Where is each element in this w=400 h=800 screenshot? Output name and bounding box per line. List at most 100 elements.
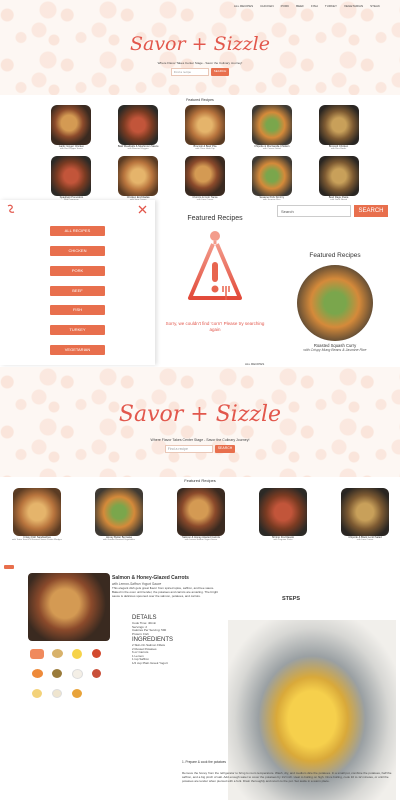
- empty-state-message: Sorry, we couldn't find 'corn'! Please t…: [165, 321, 265, 332]
- butter-icon: [32, 689, 42, 698]
- recipe-subtitle: with Chive Herb Dip: [195, 148, 215, 150]
- step-caption: 1. Prepare & cook the potatoes: [182, 760, 226, 764]
- recipe-card[interactable]: Chipotle & Mozzarella Chicken with Caesar…: [240, 105, 303, 150]
- search-results-section: ALL RECIPES CHICKEN PORK BEEF FISH TURKE…: [0, 200, 400, 365]
- recipe-image[interactable]: [95, 488, 143, 536]
- sidebar-item-turkey[interactable]: TURKEY: [50, 325, 105, 335]
- right-featured-title: Featured Recipes: [309, 252, 361, 259]
- warning-utensils-icon: [188, 231, 242, 300]
- site-logo[interactable]: Savor + Sizzle: [0, 33, 400, 55]
- results-search-button[interactable]: SEARCH: [354, 205, 388, 217]
- nav-item-turkey[interactable]: TURKEY: [325, 4, 337, 8]
- recipe-image[interactable]: [177, 488, 225, 536]
- sidebar-item-pork[interactable]: PORK: [50, 266, 105, 276]
- step-text: Remove the honey from the refrigerator t…: [182, 771, 392, 783]
- recipe-image[interactable]: [251, 105, 292, 145]
- top-nav: ALL RECIPES CHICKEN PORK BEEF FISH TURKE…: [0, 0, 400, 12]
- recipe-image[interactable]: [184, 156, 225, 196]
- hero-top: ALL RECIPES CHICKEN PORK BEEF FISH TURKE…: [0, 0, 400, 95]
- recipe-description: This elegant dish gets great flavor from…: [112, 586, 219, 598]
- recipe-card[interactable]: Spaghetti Pomodorowith Parmesan: [40, 156, 103, 201]
- back-pill[interactable]: [4, 565, 14, 569]
- close-icon[interactable]: [138, 205, 147, 214]
- recipe-card[interactable]: Chorizo & Corn Tacoswith Lime Crema: [174, 156, 237, 201]
- nav-item-pork[interactable]: PORK: [281, 4, 290, 8]
- carrot-icon: [32, 669, 43, 678]
- recipe-image[interactable]: [51, 105, 92, 145]
- nav-item-all-recipes[interactable]: ALL RECIPES: [234, 4, 253, 8]
- sidebar-item-beef[interactable]: BEEF: [50, 286, 105, 296]
- recipe-card[interactable]: Sesame Pork Stir-Frywith Jasmine Rice: [240, 156, 303, 201]
- hero-search-2: Find a recipe SEARCH: [0, 445, 400, 453]
- featured-grid-1: Garlic Ginger Chicken with Red Pepper Sau…: [40, 105, 370, 201]
- hero-second: ALL RECIPES Savor + Sizzle Where Flavor …: [0, 362, 400, 477]
- recipe-subtitle: with Tartar Sauce & Roasted Sweet Potato…: [12, 539, 62, 541]
- hero-search: Find a recipe SEARCH: [0, 68, 400, 76]
- recipe-subtitle: with Roasted Veggies: [127, 148, 149, 150]
- site-logo-2[interactable]: Savor + Sizzle: [0, 402, 400, 427]
- recipe-image[interactable]: [341, 488, 389, 536]
- recipe-card[interactable]: Salmon & Honey-Glazed Carrots with Lemon-…: [169, 488, 233, 541]
- nav-item-vegetarian[interactable]: VEGETARIAN: [344, 4, 363, 8]
- recipe-image[interactable]: [259, 488, 307, 536]
- recipe-image[interactable]: [318, 105, 359, 145]
- results-search-input[interactable]: Search: [277, 205, 351, 217]
- sidebar-item-fish[interactable]: FISH: [50, 305, 105, 315]
- category-sidebar: ALL RECIPES CHICKEN PORK BEEF FISH TURKE…: [0, 200, 155, 365]
- recipe-image[interactable]: [13, 488, 61, 536]
- nav-item-chicken[interactable]: CHICKEN: [260, 4, 274, 8]
- recipe-image[interactable]: [184, 105, 225, 145]
- recipe-subtitle: with Rice Bowls: [330, 148, 347, 150]
- search-input-2[interactable]: Find a recipe: [164, 445, 213, 453]
- honey-icon: [72, 689, 82, 698]
- recipe-card[interactable]: Honey Butter Bernaise with Garden Roasted…: [87, 488, 151, 541]
- right-featured-image[interactable]: [297, 265, 373, 341]
- search-button[interactable]: SEARCH: [210, 68, 230, 76]
- empty-state: Featured Recipes Sorry, we couldn't find…: [165, 215, 265, 332]
- recipe-card[interactable]: Crispy Fish Sandwiches with Tartar Sauce …: [5, 488, 69, 541]
- search-button-2[interactable]: SEARCH: [214, 445, 236, 453]
- details-list: Cook Time: 40min Servings: 2 Calories Pe…: [132, 621, 166, 636]
- recipe-image[interactable]: [51, 156, 92, 196]
- recipe-image[interactable]: [251, 156, 292, 196]
- logo-mark-icon[interactable]: [6, 204, 16, 214]
- ingredients-illustration: [28, 647, 124, 705]
- recipe-card[interactable]: Chicken Enchiladaswith Sour Cream: [107, 156, 170, 201]
- nav-item-beef[interactable]: BEEF: [296, 4, 304, 8]
- recipe-card[interactable]: Chipotle & Black Lentil Salad with Lime C…: [333, 488, 397, 541]
- right-featured-card-sub: with Crispy Mung Beans & Jasmine Rice: [303, 348, 367, 352]
- nav-item-fish[interactable]: FISH: [311, 4, 318, 8]
- center-featured-title: Featured Recipes: [187, 215, 243, 222]
- recipe-card[interactable]: Broccoli Chicken with Rice Bowls: [307, 105, 370, 150]
- second-nav-label[interactable]: ALL RECIPES: [245, 362, 264, 366]
- potato-icon: [52, 649, 63, 658]
- recipe-card[interactable]: Shrimp Fra Diavolo with Linguine Pasta: [251, 488, 315, 541]
- recipe-subtitle: with Garden Roasted Vegetables: [103, 539, 135, 541]
- recipe-subtitle: with Lime Crema: [356, 539, 374, 541]
- recipe-image[interactable]: [118, 156, 159, 196]
- recipe-image[interactable]: [318, 156, 359, 196]
- recipe-image[interactable]: [118, 105, 159, 145]
- recipe-subtitle: with Linguine Pasta: [273, 539, 293, 541]
- sidebar-item-chicken[interactable]: CHICKEN: [50, 246, 105, 256]
- recipe-card[interactable]: Broccoli & Beef Pita with Chive Herb Dip: [174, 105, 237, 150]
- recipe-card[interactable]: Beef Ragu Pastawith Garlic Bread: [307, 156, 370, 201]
- recipe-card[interactable]: Beef Meatballs & Mushroom Sauce with Roas…: [107, 105, 170, 150]
- site-tagline-2: Where Flavor Takes Center Stage - Savor …: [150, 438, 250, 442]
- saffron-icon: [92, 669, 101, 678]
- ingredient-line: 1/2 cup Plain Greek Yogurt: [132, 660, 168, 665]
- recipe-subtitle: with Red Pepper Sauce: [59, 148, 83, 150]
- sidebar-item-all-recipes[interactable]: ALL RECIPES: [50, 226, 105, 236]
- ingredients-list: 2 Skin-On Salmon Fillets 2 Russet Potato…: [132, 643, 168, 666]
- sidebar-item-vegetarian[interactable]: VEGETARIAN: [50, 345, 105, 355]
- nav-item-steak[interactable]: STEAK: [370, 4, 380, 8]
- featured-grid-2: Crispy Fish Sandwiches with Tartar Sauce …: [5, 488, 397, 541]
- recipe-card[interactable]: Garlic Ginger Chicken with Red Pepper Sau…: [40, 105, 103, 150]
- recipe-detail: Salmon & Honey-Glazed Carrots with Lemon…: [0, 565, 400, 800]
- yogurt-icon: [72, 669, 83, 679]
- lemon-icon: [72, 649, 82, 659]
- steps-heading: STEPS: [282, 596, 301, 602]
- recipe-subtitle: with Caesar Salad: [262, 148, 281, 150]
- search-input[interactable]: Find a recipe: [170, 68, 209, 76]
- recipe-hero-image: [28, 573, 110, 641]
